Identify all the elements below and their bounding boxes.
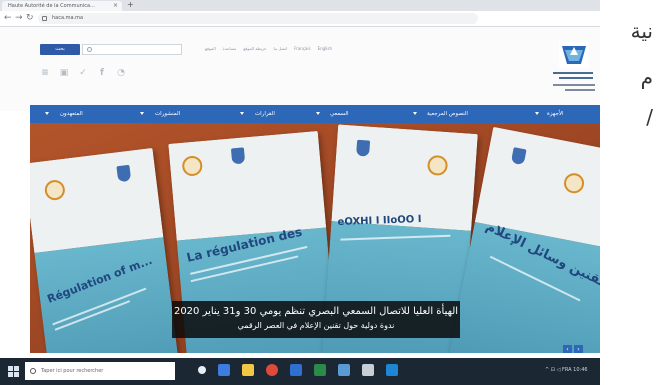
browser-tab[interactable]: Haute Autorité de la Communica... ×	[2, 1, 122, 11]
hero-slider[interactable]: Régulation of m... La régulation des eOX…	[30, 123, 600, 353]
file-explorer-icon[interactable]	[242, 364, 254, 376]
top-link[interactable]: English	[318, 46, 332, 51]
taskbar-apps	[198, 364, 398, 376]
caption-line-1: الهيأة العليا للاتصال السمعي البصري تنظم…	[173, 306, 459, 317]
tab-close-icon[interactable]: ×	[113, 1, 118, 11]
taskbar-search-text: Taper ici pour rechercher	[41, 368, 104, 374]
logo-text-line	[553, 84, 595, 86]
mail-icon[interactable]: ≡	[40, 68, 50, 78]
nav-item[interactable]: السمعي	[330, 105, 349, 123]
main-navigation: الأجهزة النصوص المرجعية السمعي القرارات …	[30, 105, 600, 123]
brochure-cover-top	[168, 130, 327, 241]
social-links: ≡ ▣ ✓ f ◔	[40, 68, 126, 78]
url-input[interactable]: haca.ma.ma	[38, 13, 478, 24]
search-icon	[30, 368, 36, 374]
windows-taskbar: Taper ici pour rechercher ^ ⊡ ◁ FRA 10:4…	[0, 358, 600, 385]
side-text-line: /	[646, 105, 653, 129]
settings-icon[interactable]	[362, 364, 374, 376]
logo-text-line	[559, 77, 593, 79]
slider-next-button[interactable]: ›	[574, 345, 583, 353]
chevron-down-icon	[316, 112, 320, 115]
url-text: haca.ma.ma	[52, 15, 84, 21]
browser-tab-bar: Haute Autorité de la Communica... × +	[0, 0, 600, 11]
mail-app-icon[interactable]	[338, 364, 350, 376]
nav-item[interactable]: النصوص المرجعية	[427, 105, 468, 123]
logo-mark-icon	[559, 42, 589, 68]
twitter-icon[interactable]: ✓	[78, 68, 88, 78]
chevron-down-icon	[240, 112, 244, 115]
nav-item[interactable]: المنشورات	[155, 105, 180, 123]
tab-title: Haute Autorité de la Communica...	[8, 3, 95, 9]
top-links: الموقع مساعدة خريطة الموقع اتصل بنا Fran…	[205, 46, 332, 51]
chevron-down-icon	[140, 112, 144, 115]
app-icon[interactable]	[386, 364, 398, 376]
taskbar-search-input[interactable]: Taper ici pour rechercher	[25, 362, 175, 380]
slide-caption[interactable]: الهيأة العليا للاتصال السمعي البصري تنظم…	[172, 301, 460, 338]
back-arrow-icon[interactable]: ←	[4, 13, 12, 24]
edge-icon[interactable]	[218, 364, 230, 376]
top-link[interactable]: اتصل بنا	[274, 46, 288, 51]
side-page-text: نية م /	[597, 0, 659, 385]
new-tab-button[interactable]: +	[127, 0, 134, 10]
brochure-cover-top	[30, 147, 164, 254]
reload-icon[interactable]: ↻	[26, 13, 34, 24]
nav-item[interactable]: المتعهدون	[60, 105, 83, 123]
brochure-image: Régulation of m...	[30, 147, 179, 353]
chevron-down-icon	[413, 112, 417, 115]
side-text-line: نية	[630, 19, 653, 43]
chevron-down-icon	[535, 112, 539, 115]
caption-line-2: ندوة دولية حول تقنين الإعلام في العصر ال…	[237, 321, 395, 330]
rss-icon[interactable]: ◔	[116, 68, 126, 78]
address-bar: ← → ↻ haca.ma.ma	[0, 11, 600, 27]
side-text-line: م	[640, 65, 653, 89]
browser-window: Haute Autorité de la Communica... × + ← …	[0, 0, 600, 385]
haca-logo[interactable]	[553, 40, 597, 98]
search-input[interactable]	[82, 44, 182, 55]
slider-prev-button[interactable]: ‹	[563, 345, 572, 353]
windows-start-icon[interactable]	[8, 366, 19, 377]
slider-arrows: ‹ ›	[563, 345, 583, 353]
excel-icon[interactable]	[314, 364, 326, 376]
logo-text-line	[553, 72, 593, 74]
nav-item[interactable]: الأجهزة	[547, 105, 564, 123]
top-link[interactable]: مساعدة	[223, 46, 237, 51]
chevron-down-icon	[45, 112, 49, 115]
system-tray[interactable]: ^ ⊡ ◁ FRA 10:46	[545, 367, 588, 373]
word-icon[interactable]	[290, 364, 302, 376]
lock-icon	[42, 16, 47, 21]
youtube-icon[interactable]: ▣	[59, 68, 69, 78]
logo-text-line	[565, 89, 595, 91]
chrome-icon[interactable]	[266, 364, 278, 376]
top-link[interactable]: الموقع	[205, 46, 216, 51]
nav-item[interactable]: القرارات	[255, 105, 275, 123]
facebook-icon[interactable]: f	[97, 68, 107, 78]
top-link[interactable]: Français	[294, 46, 311, 51]
task-view-icon[interactable]	[198, 366, 206, 374]
top-link[interactable]: خريطة الموقع	[243, 46, 266, 51]
search-icon	[87, 47, 92, 52]
search-button[interactable]: بحث	[40, 44, 80, 55]
forward-arrow-icon[interactable]: →	[15, 13, 23, 24]
